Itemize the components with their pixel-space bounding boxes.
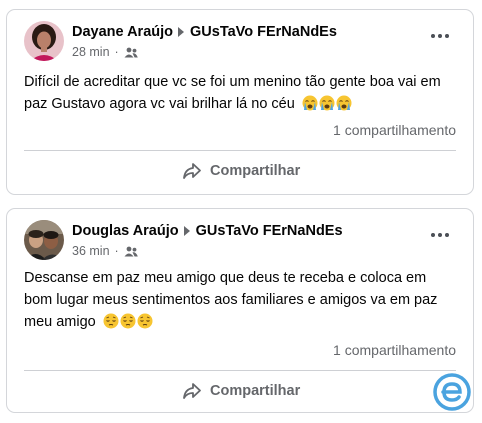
friends-icon: [124, 246, 138, 256]
post-card: Douglas Araújo GUsTaVo FErNaNdEs 36 min …: [6, 208, 474, 413]
more-options-icon[interactable]: [431, 34, 449, 38]
post-header: Douglas Araújo GUsTaVo FErNaNdEs: [72, 223, 343, 239]
separator-dot: ·: [114, 45, 119, 59]
timestamp[interactable]: 36 min: [72, 244, 110, 258]
crying-face-emoji: [302, 95, 318, 111]
e-logo-icon: [433, 373, 471, 411]
arrow-right-icon: [183, 226, 190, 236]
target-profile-name[interactable]: GUsTaVo FErNaNdEs: [190, 24, 337, 40]
arrow-right-icon: [178, 27, 184, 37]
pensive-face-emoji: [120, 313, 136, 329]
emoji-group: [302, 95, 352, 111]
pensive-face-emoji: [137, 313, 153, 329]
separator-dot: ·: [114, 244, 119, 258]
emoji-group: [103, 313, 153, 329]
crying-face-emoji: [336, 95, 352, 111]
post-meta: 36 min ·: [72, 244, 138, 258]
post-text: Descanse em paz meu amigo que deus te re…: [24, 267, 457, 333]
share-arrow-icon: [183, 163, 201, 179]
share-button[interactable]: Compartilhar: [182, 162, 300, 180]
post-header: Dayane Araújo GUsTaVo FErNaNdEs: [72, 24, 337, 40]
share-button-label: Compartilhar: [210, 163, 301, 179]
author-name[interactable]: Douglas Araújo: [72, 223, 179, 239]
post-body: Difícil de acreditar que vc se foi um me…: [24, 74, 441, 112]
crying-face-emoji: [319, 95, 335, 111]
target-profile-name[interactable]: GUsTaVo FErNaNdEs: [196, 223, 343, 239]
author-name[interactable]: Dayane Araújo: [72, 24, 173, 40]
avatar[interactable]: [24, 220, 64, 260]
divider: [24, 150, 456, 151]
post-card: Dayane Araújo GUsTaVo FErNaNdEs 28 min ·…: [6, 9, 474, 195]
post-meta: 28 min ·: [72, 45, 138, 59]
share-count[interactable]: 1 compartilhamento: [333, 122, 456, 138]
pensive-face-emoji: [103, 313, 119, 329]
share-button[interactable]: Compartilhar: [182, 382, 300, 400]
share-button-label: Compartilhar: [210, 383, 301, 399]
post-text: Difícil de acreditar que vc se foi um me…: [24, 71, 457, 115]
share-count[interactable]: 1 compartilhamento: [333, 342, 456, 358]
avatar[interactable]: [24, 21, 64, 61]
post-body: Descanse em paz meu amigo que deus te re…: [24, 270, 438, 330]
friends-icon: [124, 47, 138, 57]
timestamp[interactable]: 28 min: [72, 45, 110, 59]
share-arrow-icon: [183, 383, 201, 399]
more-options-icon[interactable]: [431, 233, 449, 237]
divider: [24, 370, 456, 371]
